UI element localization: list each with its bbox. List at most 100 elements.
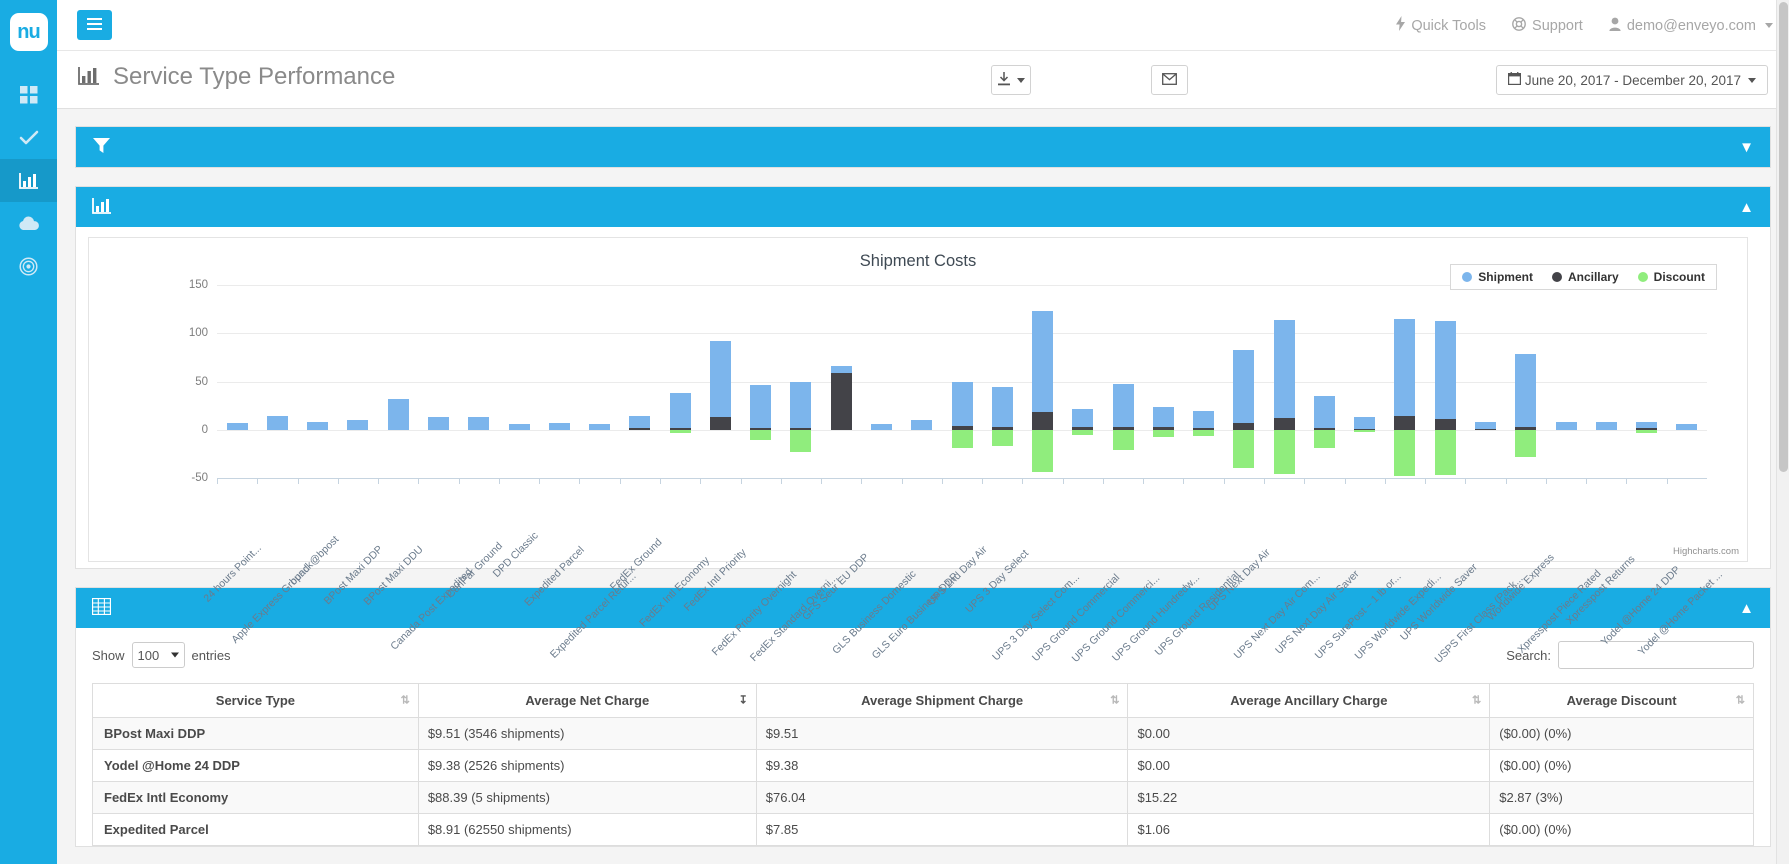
sidebar-item-dashboard[interactable]	[0, 73, 57, 116]
chevron-down-icon[interactable]: ▼	[1739, 140, 1754, 155]
legend-item-ancillary[interactable]: Ancillary	[1552, 270, 1619, 284]
email-button[interactable]	[1151, 65, 1188, 95]
bar-segment-shipment[interactable]	[1596, 422, 1617, 430]
bar-segment-shipment[interactable]	[1032, 311, 1053, 412]
bar-segment-shipment[interactable]	[1435, 321, 1456, 419]
bar-segment-discount[interactable]	[670, 430, 691, 433]
bar-segment-discount[interactable]	[1233, 430, 1254, 469]
bar-segment-shipment[interactable]	[1113, 384, 1134, 426]
bar-segment-shipment[interactable]	[831, 366, 852, 373]
sort-icon[interactable]: ⇅	[1472, 695, 1481, 706]
bar-group[interactable]	[589, 285, 610, 478]
bar-segment-shipment[interactable]	[428, 417, 449, 430]
bar-segment-shipment[interactable]	[1153, 407, 1174, 427]
bar-segment-shipment[interactable]	[1072, 409, 1093, 427]
legend-item-shipment[interactable]: Shipment	[1462, 270, 1533, 284]
bar-group[interactable]	[267, 285, 288, 478]
table-row[interactable]: Yodel @Home 24 DDP$9.38 (2526 shipments)…	[93, 750, 1754, 782]
sidebar-item-cloud[interactable]	[0, 202, 57, 245]
bar-segment-discount[interactable]	[790, 430, 811, 452]
bar-group[interactable]	[1072, 285, 1093, 478]
bar-group[interactable]	[1032, 285, 1053, 478]
bar-group[interactable]	[831, 285, 852, 478]
bar-segment-shipment[interactable]	[267, 416, 288, 430]
bar-segment-shipment[interactable]	[1354, 417, 1375, 429]
bar-group[interactable]	[509, 285, 530, 478]
bar-segment-shipment[interactable]	[1636, 422, 1657, 428]
menu-toggle-button[interactable]	[77, 10, 112, 40]
bar-segment-discount[interactable]	[1515, 430, 1536, 457]
bar-group[interactable]	[1475, 285, 1496, 478]
bar-group[interactable]	[1354, 285, 1375, 478]
sort-icon[interactable]: ⇅	[1110, 695, 1119, 706]
bar-group[interactable]	[1274, 285, 1295, 478]
page-size-select[interactable]: 100	[132, 642, 185, 668]
sort-icon[interactable]: ↧	[739, 695, 748, 706]
chevron-up-icon[interactable]: ▲	[1739, 601, 1754, 616]
bar-segment-discount[interactable]	[1636, 430, 1657, 433]
bar-group[interactable]	[468, 285, 489, 478]
bar-segment-shipment[interactable]	[347, 420, 368, 430]
bar-group[interactable]	[1113, 285, 1134, 478]
bar-segment-ancillary[interactable]	[1394, 416, 1415, 430]
bar-segment-shipment[interactable]	[307, 422, 328, 430]
bar-segment-shipment[interactable]	[911, 420, 932, 430]
bar-group[interactable]	[1435, 285, 1456, 478]
page-scrollbar[interactable]	[1776, 0, 1789, 864]
bar-segment-discount[interactable]	[1072, 430, 1093, 435]
bar-segment-shipment[interactable]	[468, 417, 489, 430]
bar-segment-shipment[interactable]	[549, 423, 570, 430]
bar-segment-discount[interactable]	[1394, 430, 1415, 476]
bar-segment-shipment[interactable]	[1314, 396, 1335, 428]
bar-segment-ancillary[interactable]	[1032, 412, 1053, 429]
column-header-average-shipment-charge[interactable]: Average Shipment Charge⇅	[756, 684, 1128, 718]
bar-group[interactable]	[629, 285, 650, 478]
bar-segment-shipment[interactable]	[1193, 411, 1214, 427]
sidebar-item-analytics[interactable]	[0, 159, 57, 202]
bar-group[interactable]	[1193, 285, 1214, 478]
bar-group[interactable]	[992, 285, 1013, 478]
table-row[interactable]: Expedited Parcel$8.91 (62550 shipments)$…	[93, 814, 1754, 846]
bar-group[interactable]	[347, 285, 368, 478]
bar-group[interactable]	[549, 285, 570, 478]
bar-group[interactable]	[750, 285, 771, 478]
bar-segment-discount[interactable]	[1153, 430, 1174, 438]
bar-segment-shipment[interactable]	[1394, 319, 1415, 416]
quick-tools-link[interactable]: Quick Tools	[1396, 16, 1486, 35]
table-row[interactable]: BPost Maxi DDP$9.51 (3546 shipments)$9.5…	[93, 718, 1754, 750]
bar-segment-shipment[interactable]	[227, 423, 248, 430]
bar-group[interactable]	[428, 285, 449, 478]
date-range-picker[interactable]: June 20, 2017 - December 20, 2017	[1496, 65, 1768, 95]
bar-segment-shipment[interactable]	[1515, 354, 1536, 427]
column-header-average-net-charge[interactable]: Average Net Charge↧	[418, 684, 756, 718]
bar-segment-shipment[interactable]	[1475, 422, 1496, 429]
bar-group[interactable]	[1233, 285, 1254, 478]
bar-segment-shipment[interactable]	[1556, 422, 1577, 430]
bar-segment-discount[interactable]	[1113, 430, 1134, 450]
chart-panel-header[interactable]: ▲	[76, 187, 1770, 227]
bar-segment-ancillary[interactable]	[1274, 418, 1295, 430]
bar-group[interactable]	[871, 285, 892, 478]
bar-segment-shipment[interactable]	[509, 424, 530, 430]
bar-segment-discount[interactable]	[1193, 430, 1214, 436]
sort-icon[interactable]: ⇅	[1736, 695, 1745, 706]
bar-segment-ancillary[interactable]	[1233, 423, 1254, 430]
legend-item-discount[interactable]: Discount	[1638, 270, 1705, 284]
bar-segment-discount[interactable]	[1435, 430, 1456, 475]
chevron-up-icon[interactable]: ▲	[1739, 200, 1754, 215]
bar-segment-shipment[interactable]	[629, 416, 650, 428]
bar-segment-discount[interactable]	[1314, 430, 1335, 448]
column-header-average-ancillary-charge[interactable]: Average Ancillary Charge⇅	[1128, 684, 1490, 718]
bar-group[interactable]	[1314, 285, 1335, 478]
bar-group[interactable]	[1394, 285, 1415, 478]
bar-segment-discount[interactable]	[952, 430, 973, 448]
bar-group[interactable]	[1153, 285, 1174, 478]
bar-segment-ancillary[interactable]	[1435, 419, 1456, 430]
bar-segment-shipment[interactable]	[670, 393, 691, 428]
bar-group[interactable]	[1676, 285, 1697, 478]
bar-segment-ancillary[interactable]	[831, 373, 852, 430]
bar-segment-ancillary[interactable]	[710, 417, 731, 430]
column-header-service-type[interactable]: Service Type⇅	[93, 684, 419, 718]
bar-segment-ancillary[interactable]	[629, 428, 650, 430]
table-row[interactable]: FedEx Intl Economy$88.39 (5 shipments)$7…	[93, 782, 1754, 814]
